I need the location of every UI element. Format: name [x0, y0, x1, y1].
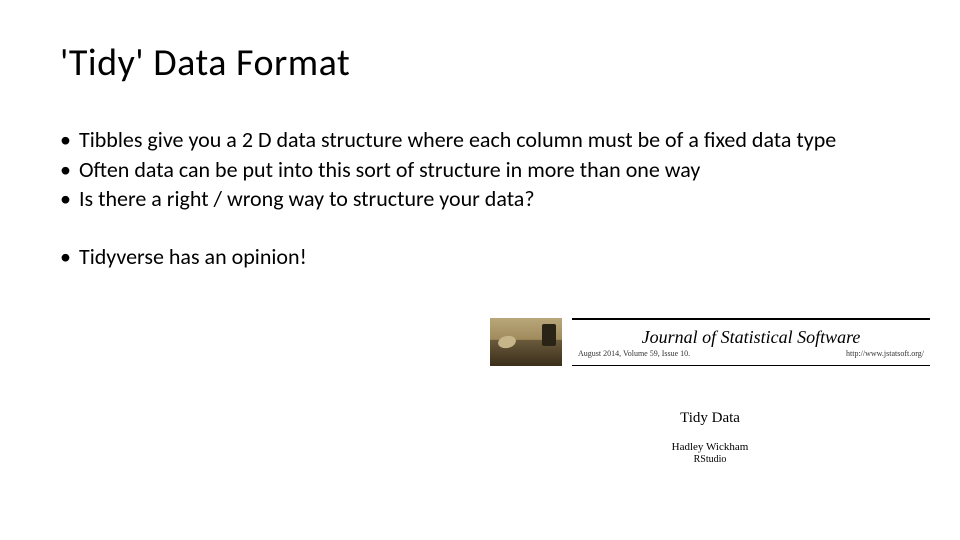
- bullet-list-top: • Tibbles give you a 2 D data structure …: [60, 126, 900, 213]
- bullet-text: Is there a right / wrong way to structur…: [79, 185, 900, 213]
- journal-box: Journal of Statistical Software August 2…: [572, 318, 930, 366]
- paper-reference-block: Journal of Statistical Software August 2…: [490, 318, 930, 465]
- bullet-list-bottom: • Tidyverse has an opinion!: [60, 243, 900, 271]
- bullet-item: • Tibbles give you a 2 D data structure …: [60, 126, 900, 154]
- bullet-item: • Tidyverse has an opinion!: [60, 243, 900, 271]
- bullet-dot-icon: •: [60, 185, 71, 213]
- bullet-text: Tidyverse has an opinion!: [79, 243, 900, 271]
- journal-meta-row: August 2014, Volume 59, Issue 10. http:/…: [578, 349, 924, 358]
- bullet-dot-icon: •: [60, 243, 71, 271]
- paper-title: Tidy Data: [490, 410, 930, 427]
- bullet-dot-icon: •: [60, 126, 71, 154]
- bullet-item: • Often data can be put into this sort o…: [60, 156, 900, 184]
- bullet-text: Tibbles give you a 2 D data structure wh…: [79, 126, 900, 154]
- paper-author: Hadley Wickham: [490, 441, 930, 453]
- journal-header-row: Journal of Statistical Software August 2…: [490, 318, 930, 366]
- bullet-item: • Is there a right / wrong way to struct…: [60, 185, 900, 213]
- bullet-dot-icon: •: [60, 156, 71, 184]
- slide-title: 'Tidy' Data Format: [60, 40, 900, 86]
- bullet-text: Often data can be put into this sort of …: [79, 156, 900, 184]
- journal-issue: August 2014, Volume 59, Issue 10.: [578, 349, 690, 358]
- journal-name: Journal of Statistical Software: [578, 328, 924, 347]
- paper-affiliation: RStudio: [490, 454, 930, 465]
- slide: 'Tidy' Data Format • Tibbles give you a …: [0, 0, 960, 270]
- paper-heading-block: Tidy Data Hadley Wickham RStudio: [490, 410, 930, 465]
- painting-thumbnail: [490, 318, 562, 366]
- journal-url: http://www.jstatsoft.org/: [846, 349, 924, 358]
